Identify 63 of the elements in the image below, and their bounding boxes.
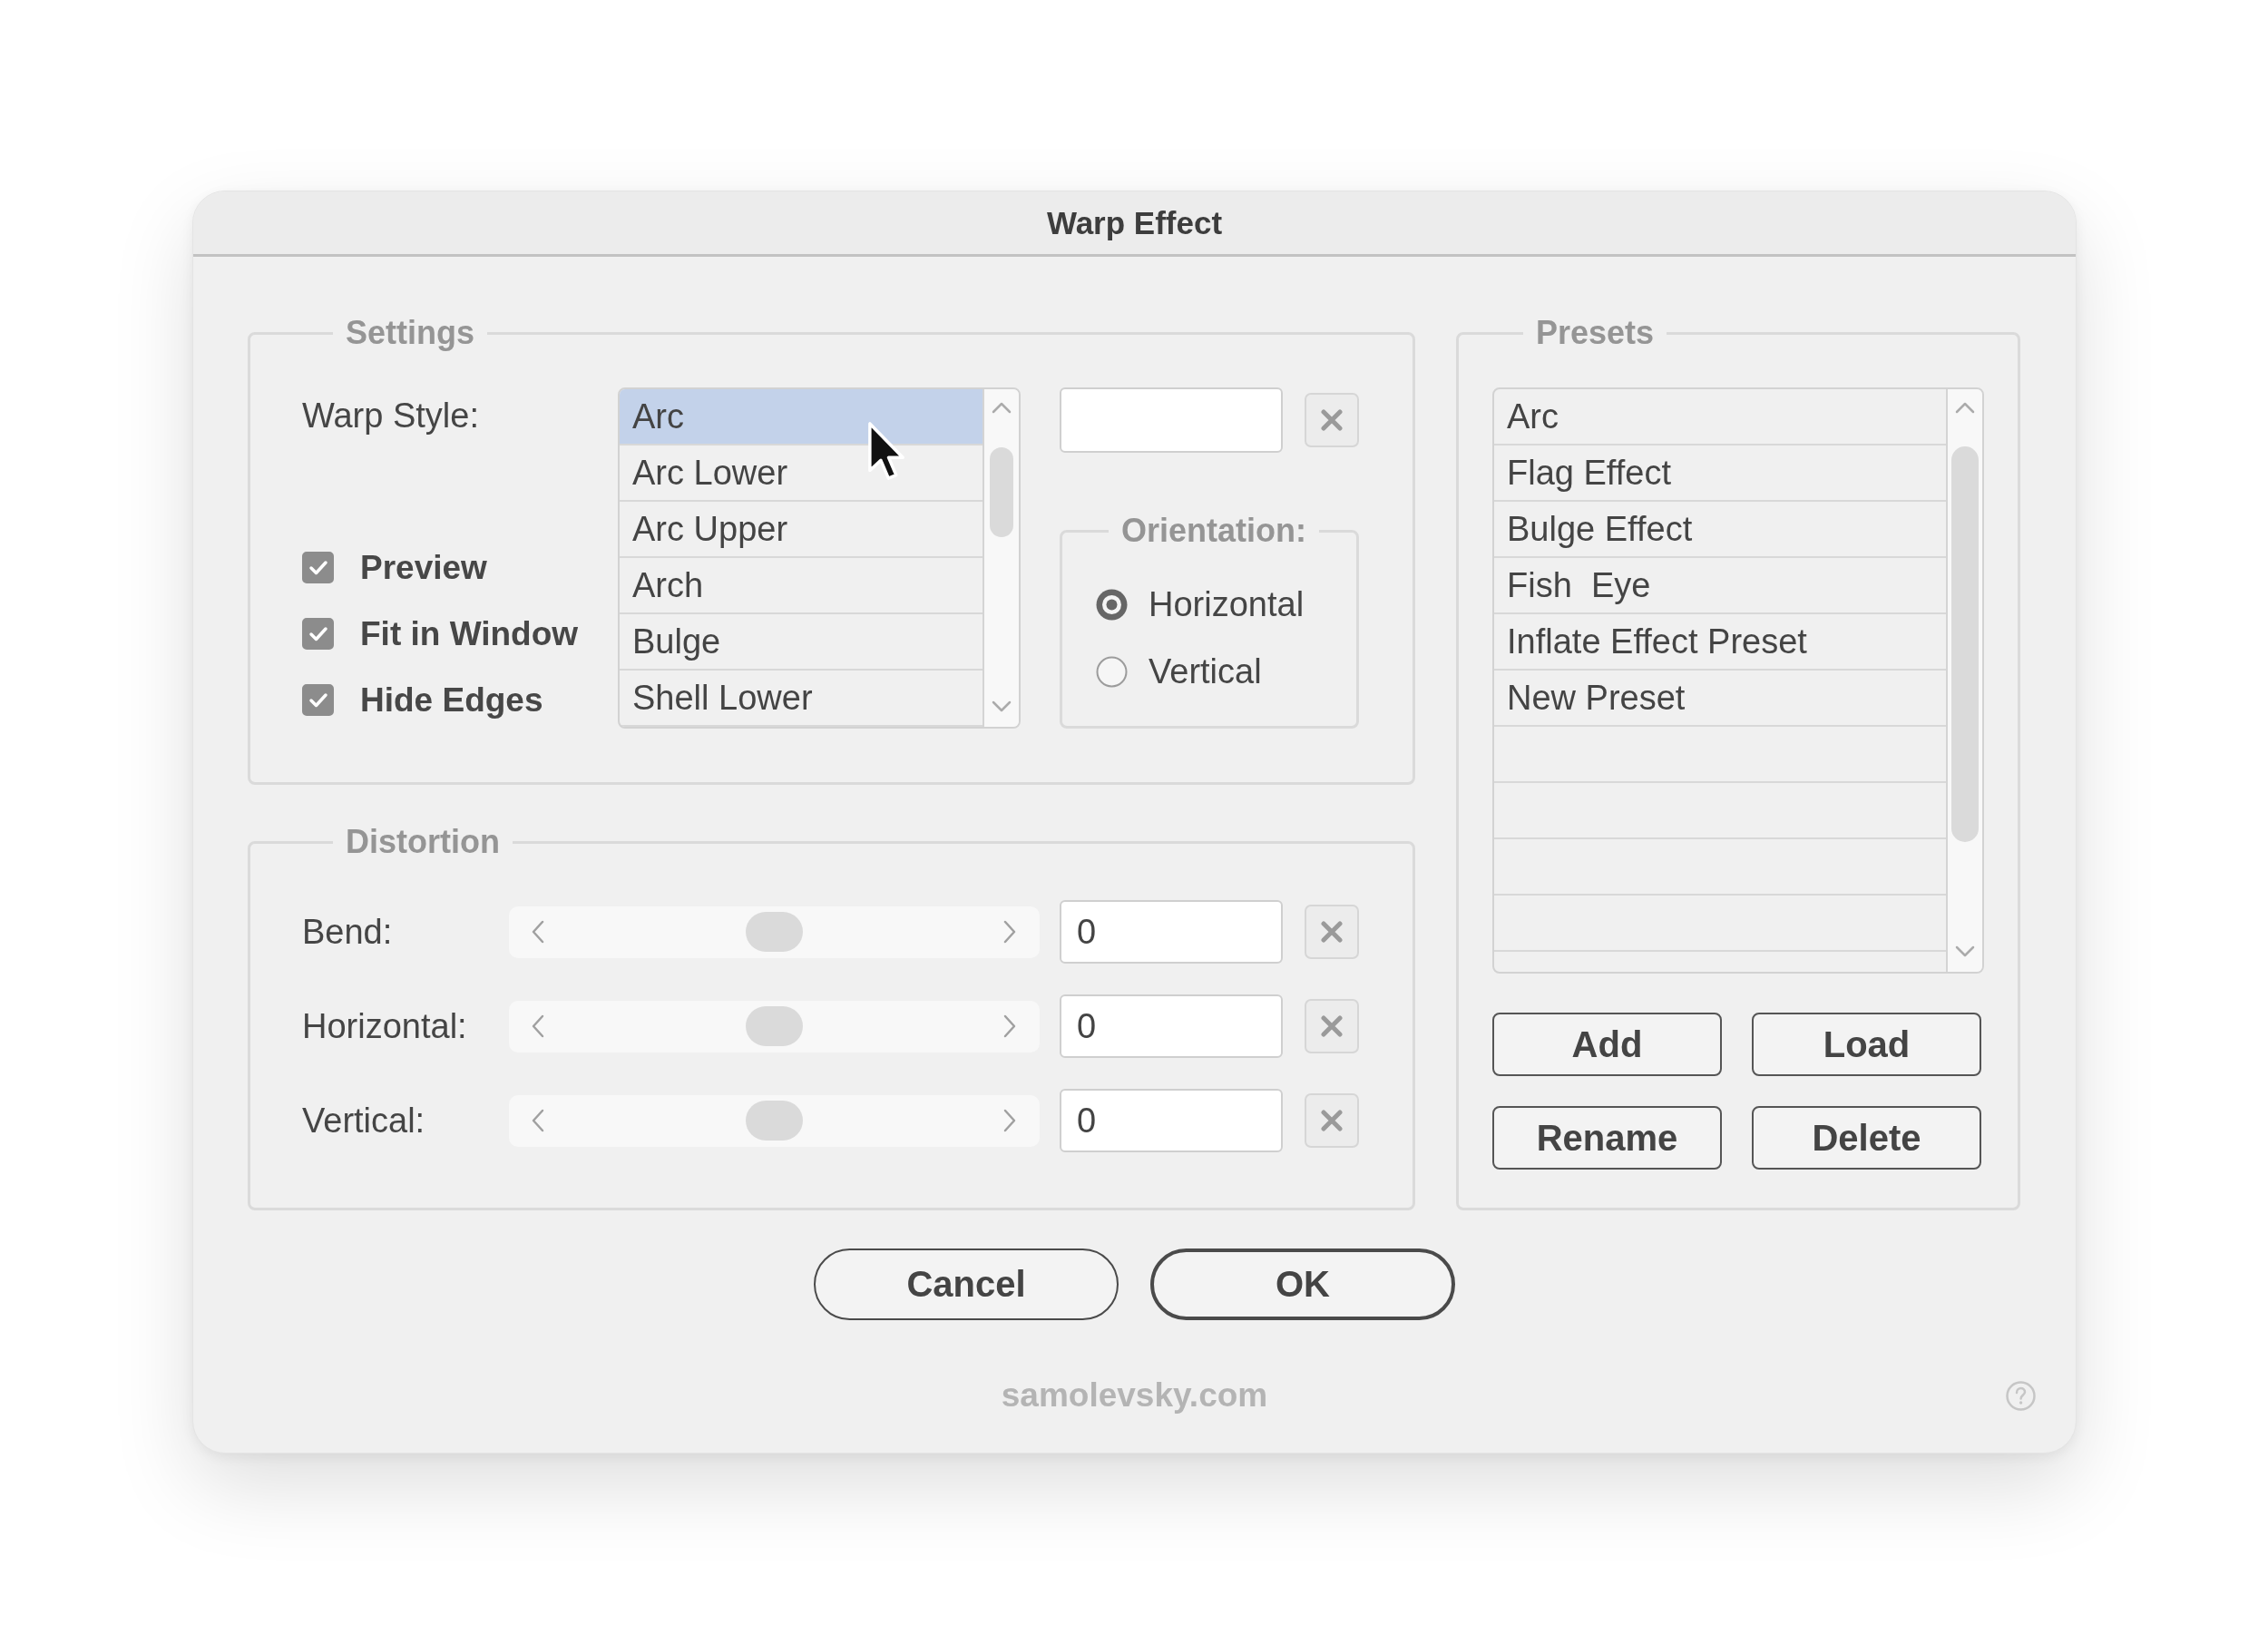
chevron-up-icon[interactable] [1955,402,1975,414]
group-title: Orientation: [1120,511,1307,551]
tick-icon [308,625,328,642]
clear-button[interactable] [1305,393,1359,447]
slider-thumb[interactable] [746,1101,803,1141]
slider-track[interactable] [509,906,1040,958]
chevron-down-icon[interactable] [992,700,1012,712]
tick-icon [308,559,328,576]
scrollbar-thumb[interactable] [1951,446,1979,842]
slider-track[interactable] [509,1094,1040,1147]
chevron-right-icon[interactable] [1003,1109,1016,1132]
preset-button[interactable]: Rename [1492,1106,1722,1170]
text-field[interactable] [1060,387,1283,453]
list-item[interactable]: Arc [620,389,982,446]
radio-label: Horizontal [1149,584,1305,624]
value-field[interactable]: 0 [1060,1089,1283,1152]
cancel-button[interactable]: Cancel [814,1248,1119,1320]
x-icon [1321,921,1343,943]
preset-button[interactable]: Add [1492,1013,1722,1076]
field-label: Horizontal: [302,1006,468,1046]
value-field[interactable]: 0 [1060,900,1283,964]
field-label: Vertical: [302,1101,426,1141]
slider-track[interactable] [509,1000,1040,1053]
radio-button[interactable] [1096,588,1128,621]
value-field[interactable]: 0 [1060,994,1283,1058]
chevron-left-icon[interactable] [532,1014,544,1038]
chevron-right-icon[interactable] [1003,1014,1016,1038]
footer-text: samolevsky.com [1001,1376,1268,1415]
chevron-down-icon[interactable] [1955,945,1975,957]
option-label: Preview [360,548,487,587]
chevron-right-icon[interactable] [1003,920,1016,944]
option-label: Fit in Window [360,614,579,653]
tick-icon [308,691,328,709]
group-title: Settings [345,313,475,353]
preset-button[interactable]: Load [1752,1013,1981,1076]
group-title: Presets [1535,313,1656,353]
field-label: Bend: [302,912,394,952]
clear-button[interactable] [1305,999,1359,1053]
ok-button[interactable]: OK [1150,1248,1455,1320]
checkbox[interactable] [302,684,334,716]
group-title: Distortion [345,822,501,862]
field-label: Warp Style: [302,396,480,436]
preset-button[interactable]: Delete [1752,1106,1981,1170]
x-icon [1321,1015,1343,1037]
radio-label: Vertical [1149,651,1262,691]
clear-button[interactable] [1305,1093,1359,1148]
checkbox[interactable] [302,552,334,583]
checkbox[interactable] [302,618,334,650]
chevron-left-icon[interactable] [532,1109,544,1132]
scrollbar[interactable] [982,389,1019,727]
slider-thumb[interactable] [746,1006,803,1046]
help-icon[interactable] [2006,1380,2036,1411]
option-label: Hide Edges [360,681,543,720]
radio-button[interactable] [1096,655,1128,688]
chevron-left-icon[interactable] [532,920,544,944]
slider-thumb[interactable] [746,912,803,952]
scrollbar[interactable] [1946,389,1982,972]
chevron-up-icon[interactable] [992,402,1012,414]
clear-button[interactable] [1305,905,1359,959]
x-icon [1321,1110,1343,1131]
x-icon [1321,409,1343,431]
window-title: Warp Effect [1046,203,1223,242]
scrollbar-thumb[interactable] [990,447,1013,537]
